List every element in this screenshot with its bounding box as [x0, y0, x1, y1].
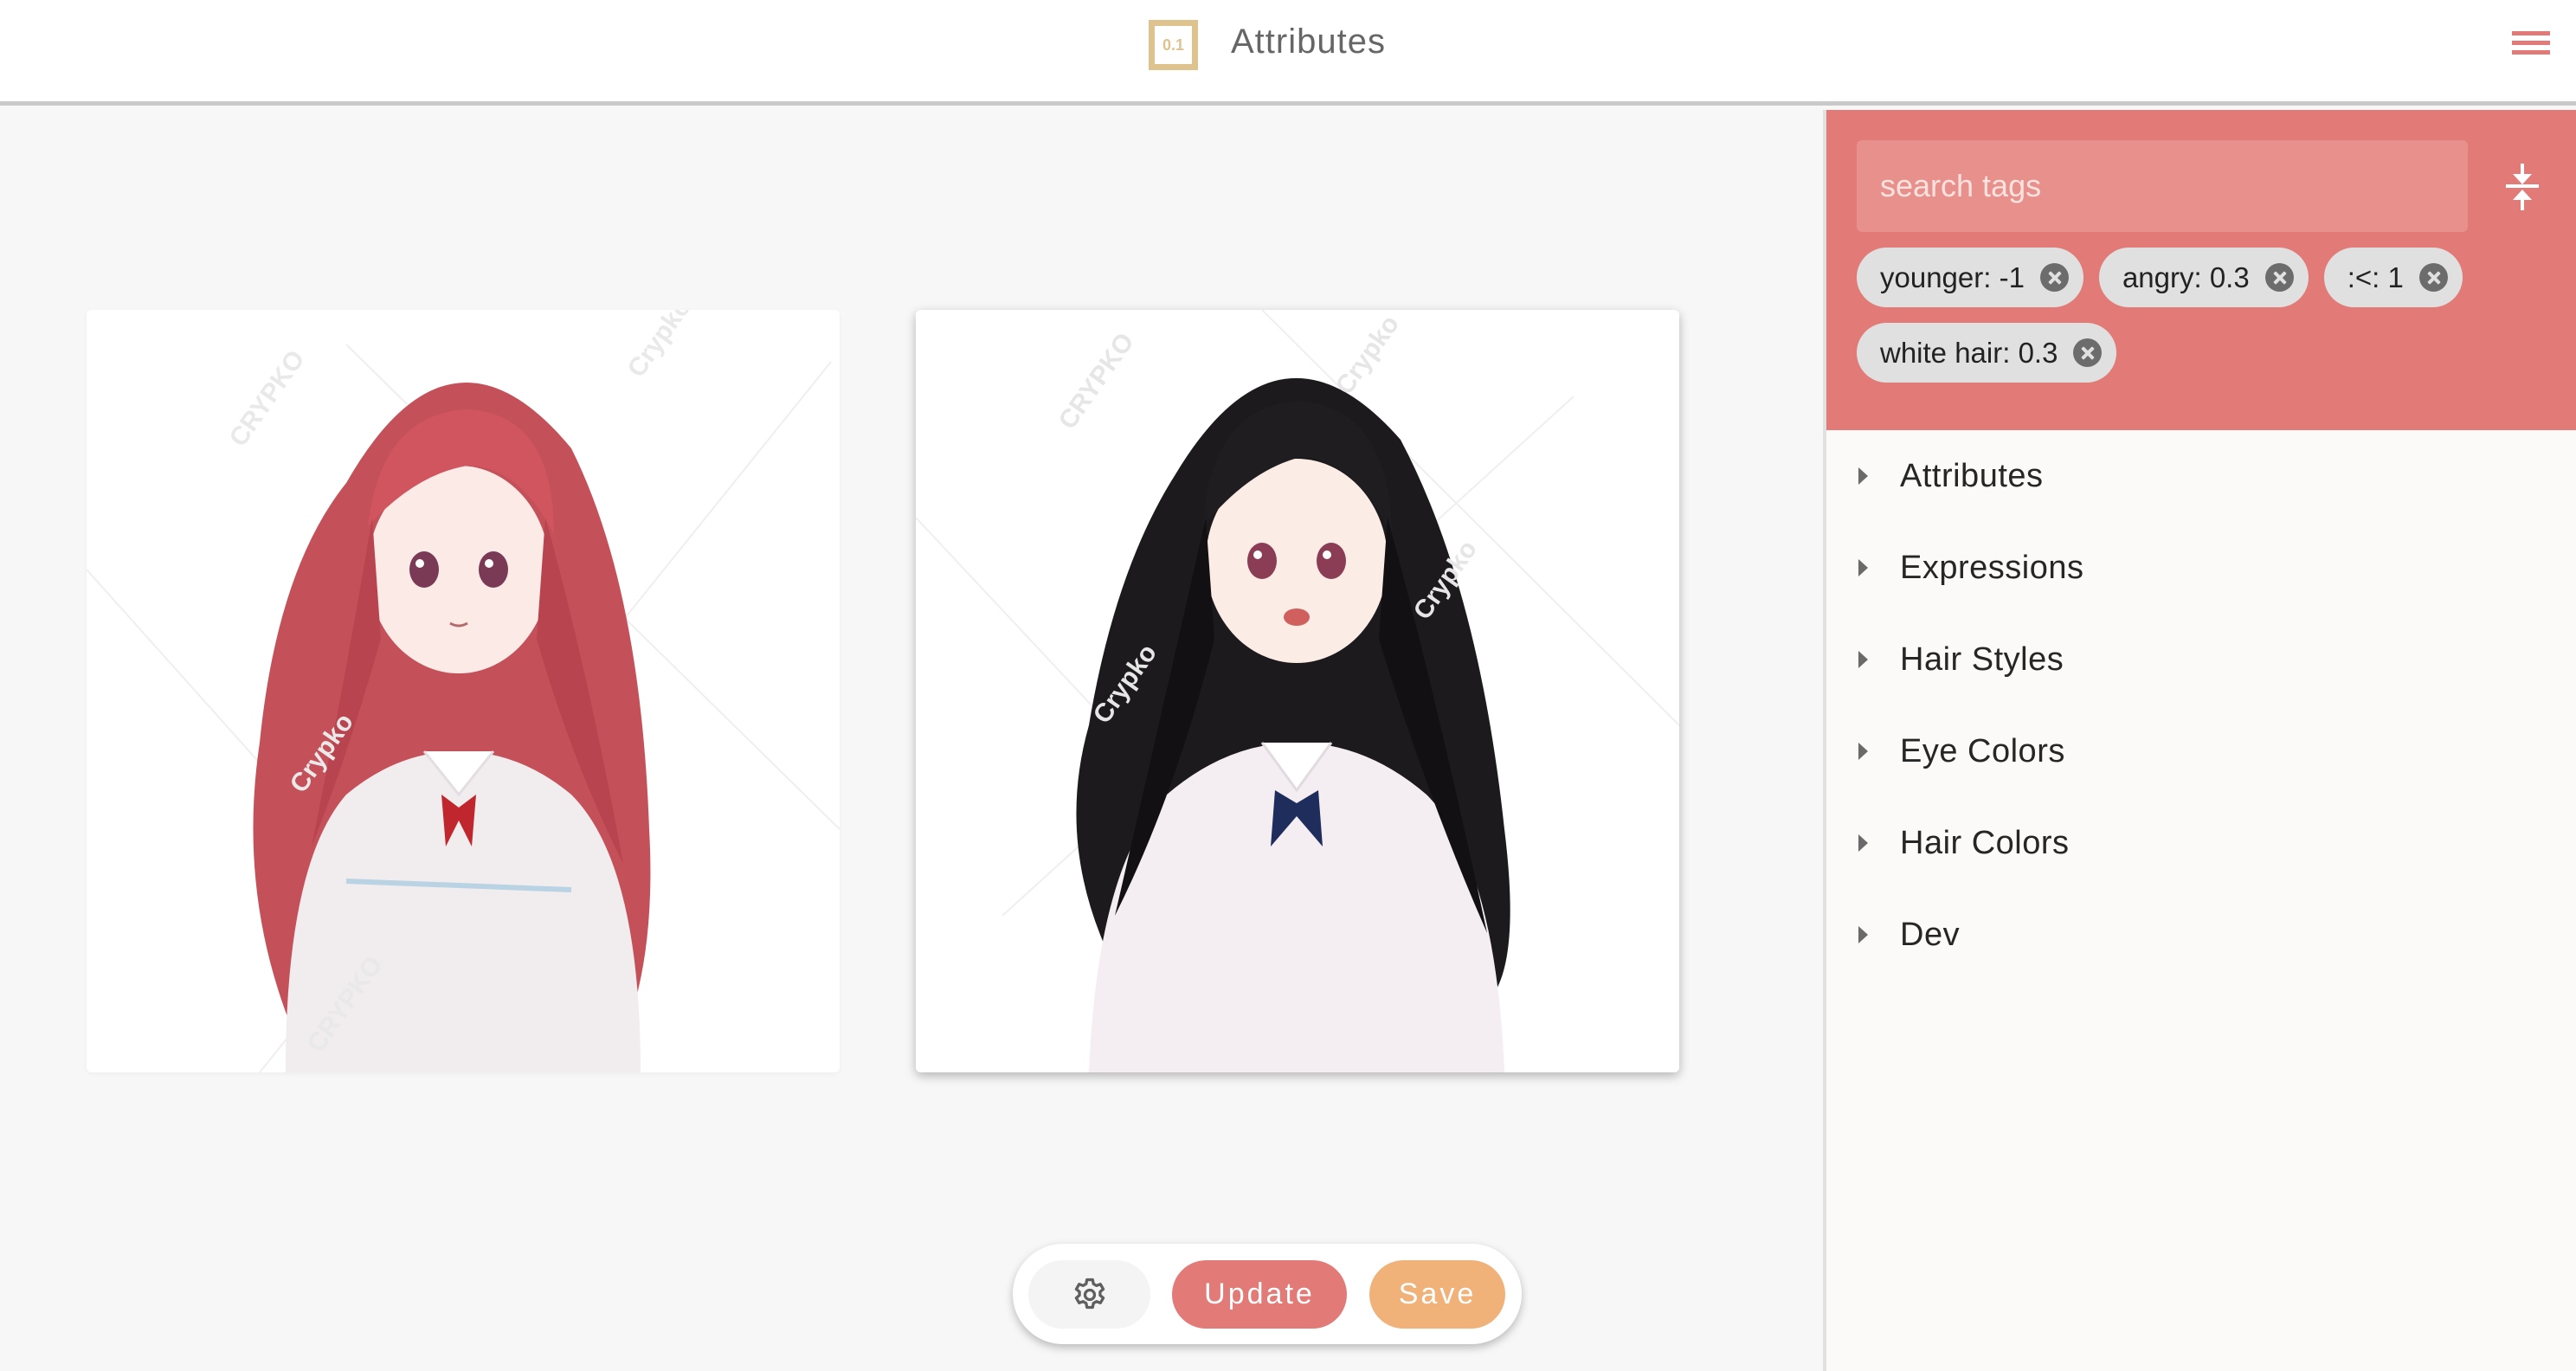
- section-hair-colors[interactable]: Hair Colors: [1826, 797, 2576, 889]
- source-image-card[interactable]: CRYPKO Crypko Crypko CRYPKO: [87, 310, 840, 1072]
- search-tags-input[interactable]: [1857, 140, 2468, 232]
- action-toolbar: Update Save: [1013, 1244, 1522, 1344]
- result-image-card[interactable]: CRYPKO Crypko Crypko Crypko: [916, 310, 1679, 1072]
- tag-chip-label: white hair: 0.3: [1880, 336, 2058, 369]
- remove-tag-icon[interactable]: [2039, 263, 2069, 292]
- remove-tag-icon[interactable]: [2073, 338, 2103, 367]
- caret-right-icon: [1858, 467, 1868, 485]
- source-character-image: CRYPKO Crypko Crypko CRYPKO: [87, 310, 840, 1072]
- tag-chip-label: :<: 1: [2347, 261, 2404, 293]
- caret-right-icon: [1858, 834, 1868, 852]
- section-attributes[interactable]: Attributes: [1826, 430, 2576, 522]
- remove-tag-icon[interactable]: [2264, 263, 2294, 292]
- vertical-align-center-icon[interactable]: [2501, 162, 2544, 210]
- logo-version-text: 0.1: [1162, 35, 1185, 54]
- tag-chip-label: younger: -1: [1880, 261, 2025, 293]
- section-eye-colors[interactable]: Eye Colors: [1826, 705, 2576, 797]
- tag-panel: younger: -1 angry: 0.3 :<: 1 white hair:…: [1823, 110, 2576, 1371]
- image-canvas: CRYPKO Crypko Crypko CRYPKO CRYPKO Crypk…: [0, 110, 1823, 1371]
- save-button[interactable]: Save: [1369, 1260, 1505, 1329]
- section-dev[interactable]: Dev: [1826, 889, 2576, 981]
- caret-right-icon: [1858, 651, 1868, 668]
- tag-chip[interactable]: angry: 0.3: [2098, 248, 2309, 307]
- tag-editor: younger: -1 angry: 0.3 :<: 1 white hair:…: [1826, 110, 2576, 430]
- tag-chip[interactable]: white hair: 0.3: [1857, 323, 2117, 383]
- tag-chip[interactable]: younger: -1: [1857, 248, 2083, 307]
- gear-icon: [1074, 1278, 1104, 1309]
- tag-chip-list: younger: -1 angry: 0.3 :<: 1 white hair:…: [1857, 248, 2549, 383]
- tag-category-list: Attributes Expressions Hair Styles Eye C…: [1826, 430, 2576, 981]
- section-expressions[interactable]: Expressions: [1826, 522, 2576, 614]
- caret-right-icon: [1858, 559, 1868, 576]
- update-button[interactable]: Update: [1172, 1260, 1347, 1329]
- remove-tag-icon[interactable]: [2418, 263, 2448, 292]
- caret-right-icon: [1858, 926, 1868, 943]
- app-logo[interactable]: 0.1: [1149, 20, 1198, 70]
- section-label: Dev: [1900, 916, 1961, 953]
- hamburger-menu-icon[interactable]: [2512, 31, 2550, 59]
- section-label: Hair Colors: [1900, 824, 2070, 861]
- section-label: Attributes: [1900, 457, 2044, 494]
- settings-button[interactable]: [1028, 1260, 1150, 1329]
- caret-right-icon: [1858, 743, 1868, 760]
- section-label: Expressions: [1900, 549, 2084, 586]
- tag-chip-label: angry: 0.3: [2122, 261, 2250, 293]
- section-label: Eye Colors: [1900, 732, 2065, 769]
- section-label: Hair Styles: [1900, 640, 2064, 678]
- page-title: Attributes: [1231, 23, 1386, 61]
- app-header: 0.1 Attributes: [0, 0, 2576, 106]
- result-character-image: CRYPKO Crypko Crypko Crypko: [916, 310, 1679, 1072]
- tag-chip[interactable]: :<: 1: [2323, 248, 2463, 307]
- section-hair-styles[interactable]: Hair Styles: [1826, 614, 2576, 705]
